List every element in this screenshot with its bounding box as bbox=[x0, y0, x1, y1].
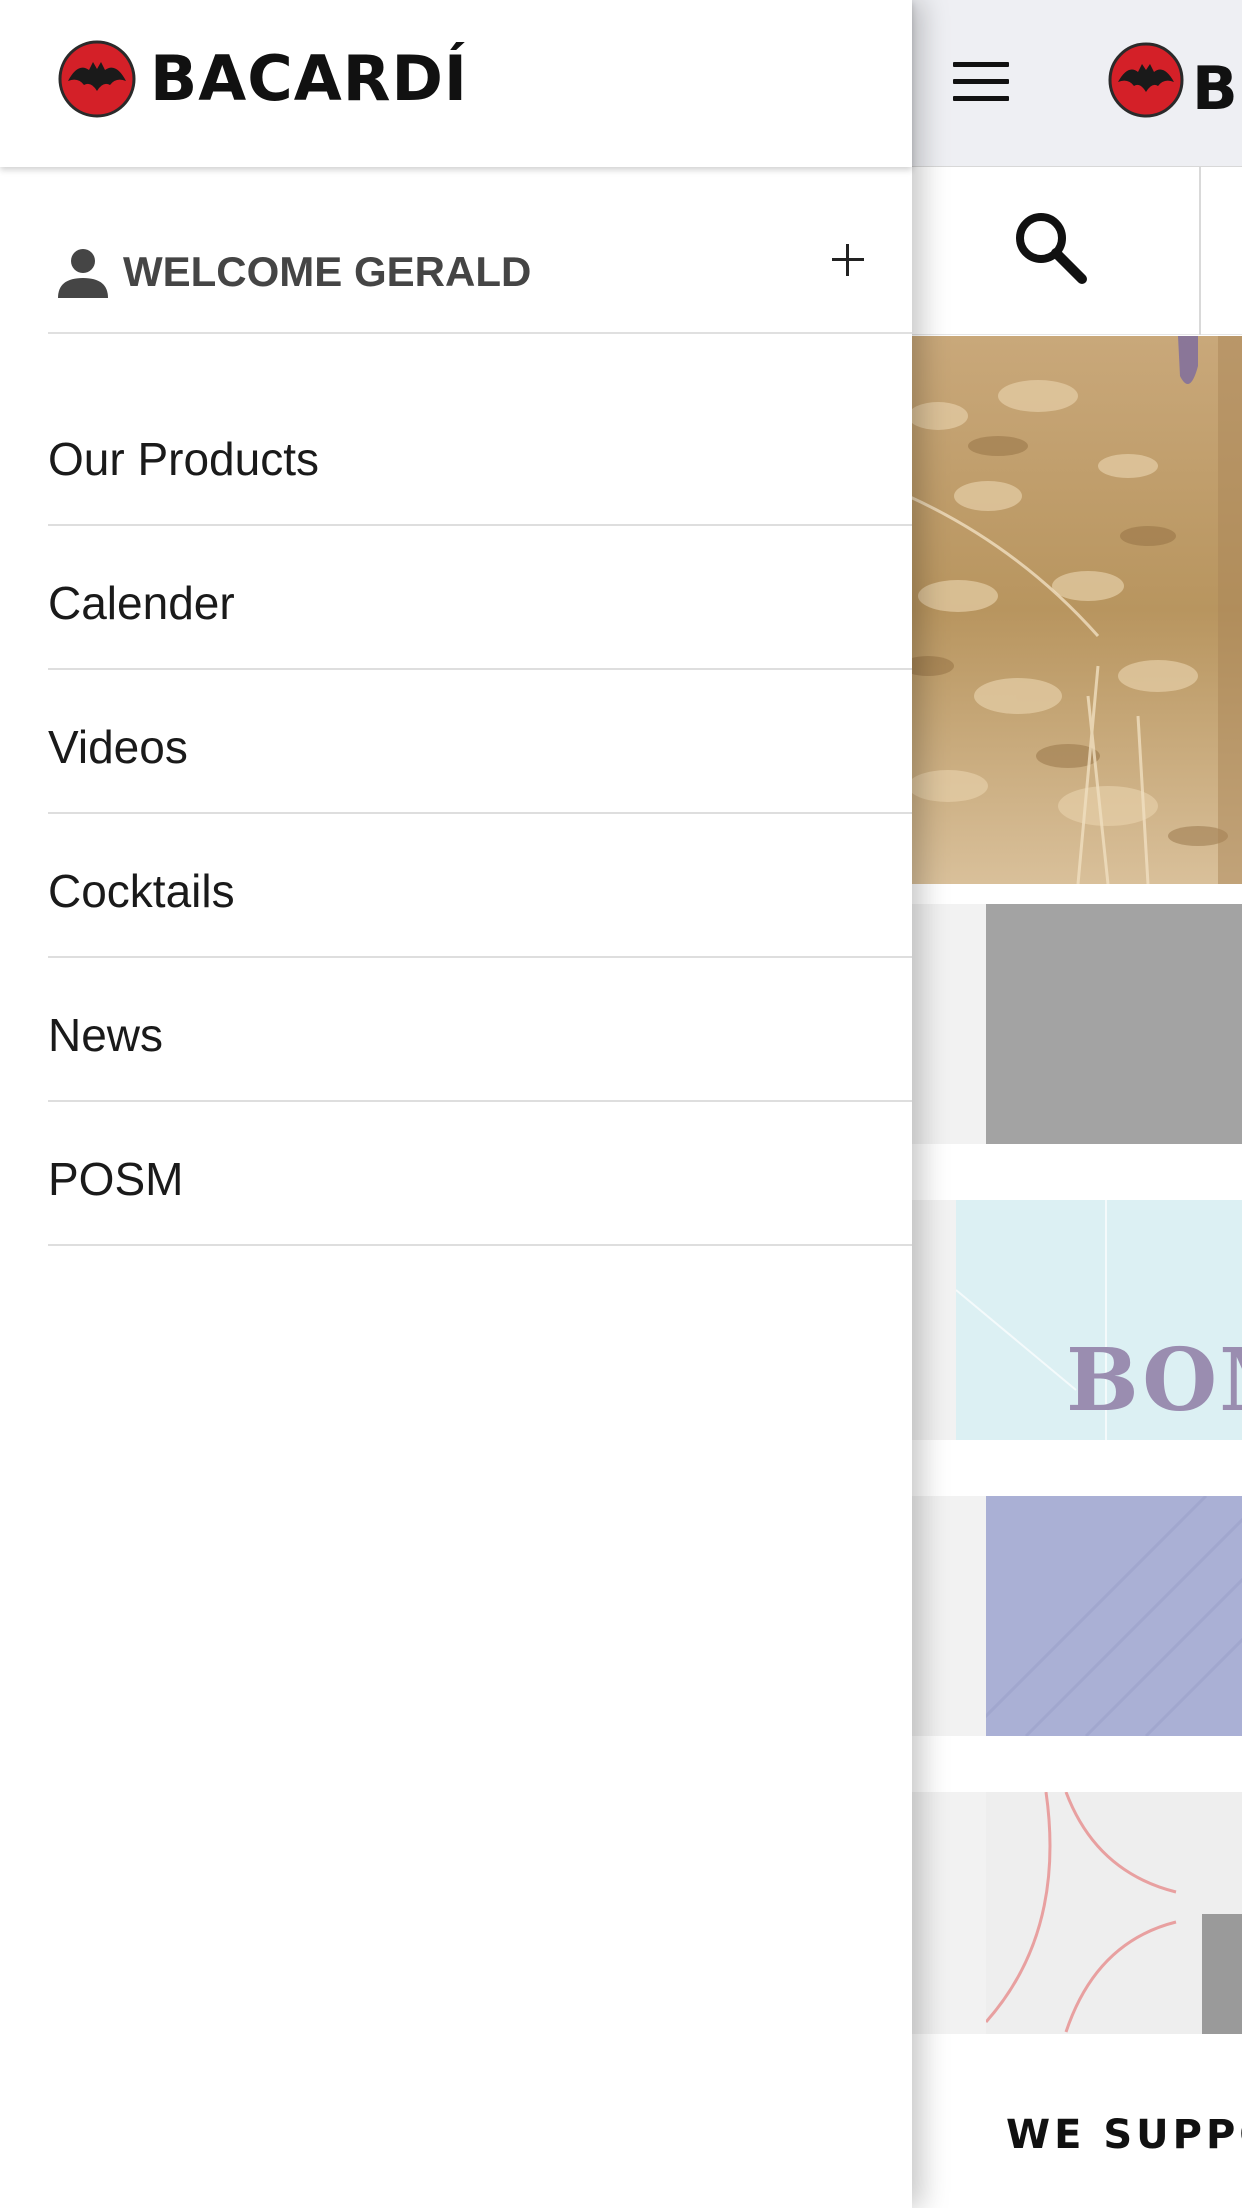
navigation-drawer: BACARDÍ WELCOME GERALD Our Products Cale… bbox=[0, 0, 912, 2208]
tile-image: BOM bbox=[956, 1200, 1242, 1440]
brand-logo[interactable]: BACARDÍ bbox=[58, 40, 467, 123]
search-bar bbox=[898, 167, 1242, 335]
drawer-header: BACARDÍ bbox=[0, 0, 912, 167]
menu-item-videos[interactable]: Videos bbox=[48, 670, 912, 814]
main-header: B bbox=[898, 0, 1242, 167]
tile-image bbox=[986, 1792, 1242, 2034]
content-tile[interactable] bbox=[898, 1792, 1242, 2034]
menu-item-cocktails[interactable]: Cocktails bbox=[48, 814, 912, 958]
section-heading: WE SUPPO bbox=[1006, 2112, 1242, 2158]
bat-logo-icon bbox=[58, 40, 136, 118]
hero-image[interactable] bbox=[898, 336, 1242, 884]
main-brand-text: B bbox=[1192, 54, 1239, 124]
welcome-row[interactable]: WELCOME GERALD bbox=[48, 200, 912, 334]
person-icon bbox=[58, 249, 108, 298]
menu-item-label: Cocktails bbox=[48, 865, 235, 917]
menu-item-news[interactable]: News bbox=[48, 958, 912, 1102]
welcome-text: WELCOME GERALD bbox=[123, 248, 532, 295]
tile-image bbox=[986, 904, 1242, 1144]
main-page: B BO WE SUPP bbox=[898, 0, 1242, 2208]
plus-icon[interactable] bbox=[818, 230, 878, 290]
main-brand-logo[interactable]: B bbox=[1108, 42, 1238, 124]
menu-item-posm[interactable]: POSM bbox=[48, 1102, 912, 1246]
brand-name: BACARDÍ bbox=[150, 42, 468, 115]
tile-title: BOM bbox=[1066, 1330, 1242, 1431]
content-tile[interactable] bbox=[898, 1496, 1242, 1736]
menu-item-label: Calender bbox=[48, 577, 235, 629]
menu-item-label: POSM bbox=[48, 1153, 184, 1205]
menu-item-label: Our Products bbox=[48, 433, 319, 485]
menu-item-calender[interactable]: Calender bbox=[48, 526, 912, 670]
search-icon bbox=[1016, 213, 1087, 284]
menu-item-label: Videos bbox=[48, 721, 188, 773]
content-tile[interactable] bbox=[898, 904, 1242, 1144]
menu-item-label: News bbox=[48, 1009, 164, 1061]
drawer-menu: Our Products Calender Videos Cocktails N… bbox=[48, 384, 912, 1246]
hamburger-icon[interactable] bbox=[953, 62, 1009, 102]
menu-item-our-products[interactable]: Our Products bbox=[48, 384, 912, 526]
tile-image bbox=[986, 1496, 1242, 1736]
content-tile[interactable]: BOM bbox=[898, 1200, 1242, 1440]
bat-logo-icon bbox=[1108, 42, 1184, 118]
search-button[interactable] bbox=[898, 167, 1201, 335]
